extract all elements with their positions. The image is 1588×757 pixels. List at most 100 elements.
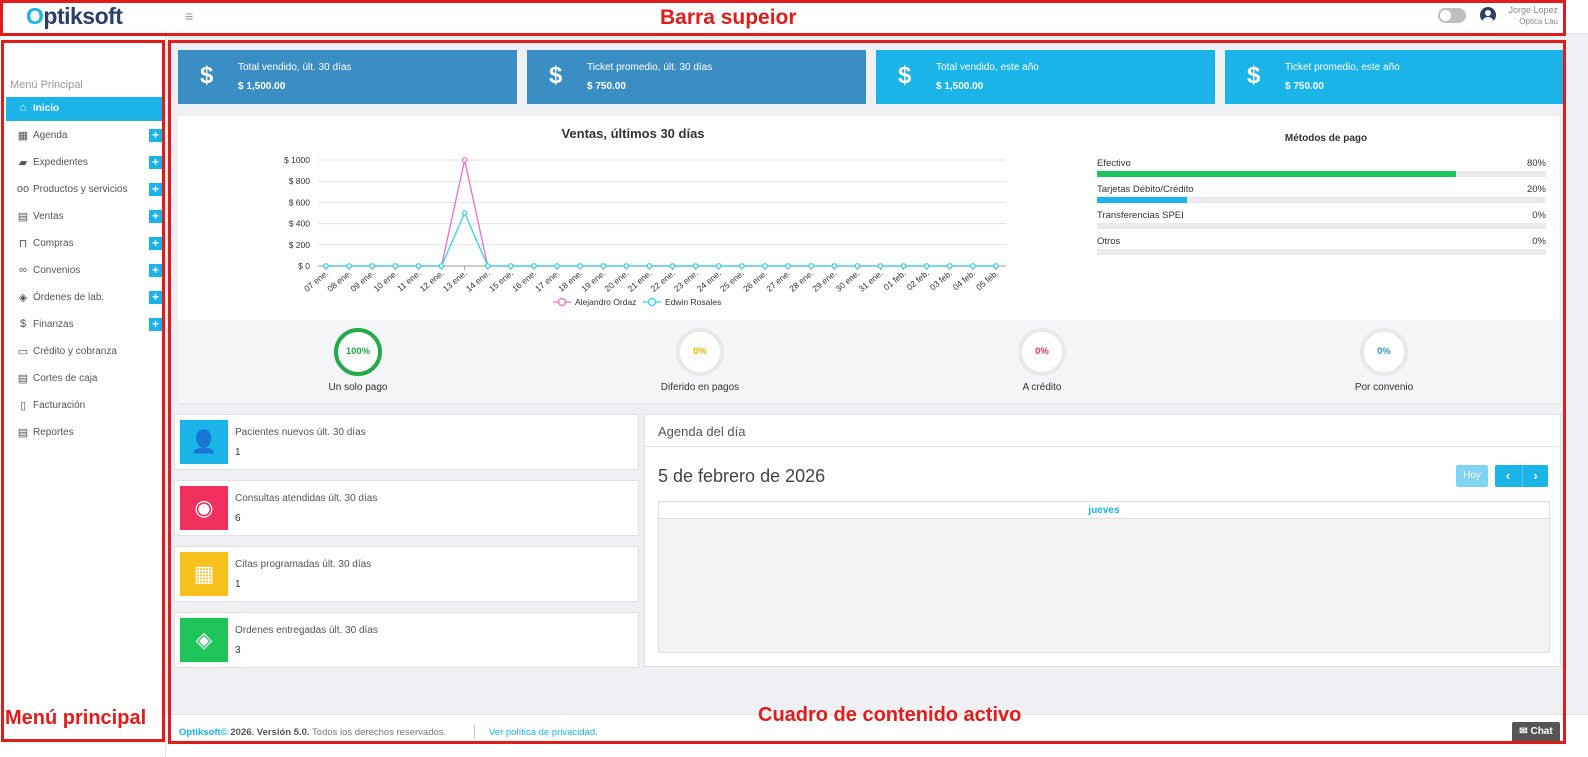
kpi-card[interactable]: 👤 Pacientes nuevos últ. 30 días 1 <box>174 414 639 470</box>
data-point[interactable] <box>669 263 676 269</box>
y-tick-label: $ 800 <box>289 176 311 186</box>
plus-icon[interactable]: + <box>149 318 162 331</box>
sidebar-item-9[interactable]: ▭ Crédito y cobranza <box>6 340 162 364</box>
data-point[interactable] <box>323 263 329 269</box>
theme-toggle[interactable] <box>1438 8 1466 23</box>
money-bill-icon: ▭ <box>17 346 29 358</box>
data-point[interactable] <box>461 210 468 216</box>
kpi-card[interactable]: ◈ Ordenes entregadas últ. 30 días 3 <box>174 612 639 668</box>
progress-fill <box>1097 171 1457 177</box>
stat-card: $ Total vendido, últ. 30 días $ 1,500.00 <box>178 50 517 104</box>
plus-icon[interactable]: + <box>149 210 162 223</box>
kpi-label: Pacientes nuevos últ. 30 días <box>235 427 366 438</box>
x-tick-label: 14 ene. <box>464 268 492 294</box>
menu-title: Menú Principal <box>10 79 83 91</box>
kpi-card[interactable]: ◉ Consultas atendidas últ. 30 días 6 <box>174 480 639 536</box>
data-point[interactable] <box>923 263 930 269</box>
plus-icon[interactable]: + <box>149 156 162 169</box>
sales-line-chart: $ 0 $ 200 $ 400 $ 600 $ 800 $ 1000 07 ene.08 e… <box>284 155 1006 307</box>
data-point[interactable] <box>762 263 768 269</box>
data-point[interactable] <box>946 263 953 269</box>
progress-ring: 0% <box>1360 328 1408 376</box>
y-tick-label: $ 0 <box>298 261 310 271</box>
data-point[interactable] <box>346 263 352 269</box>
kpi-card[interactable]: ▦ Citas programadas últ. 30 días 1 <box>174 546 639 602</box>
chevron-left-icon[interactable]: ‹ <box>1495 465 1521 487</box>
sidebar-item-1[interactable]: ▦ Agenda + <box>6 124 162 148</box>
payment-label: Efectivo <box>1097 158 1131 169</box>
menu-icon[interactable]: ≡ <box>185 8 193 24</box>
plus-icon[interactable]: + <box>149 291 162 304</box>
sidebar-item-10[interactable]: ▤ Cortes de caja <box>6 367 162 391</box>
sidebar-item-11[interactable]: ▯ Facturación <box>6 394 162 418</box>
data-point[interactable] <box>508 263 514 269</box>
annotation-menu-label: Menú principal <box>5 707 147 729</box>
x-tick-label: 29 ene. <box>810 268 838 294</box>
data-point[interactable] <box>970 263 976 269</box>
sidebar-item-12[interactable]: ▤ Reportes <box>6 421 162 445</box>
x-tick-label: 01 feb. <box>882 268 908 292</box>
data-point[interactable] <box>692 263 699 269</box>
privacy-link[interactable]: Ver política de privacidad. <box>489 727 598 738</box>
data-point[interactable] <box>715 263 722 269</box>
sidebar-item-5[interactable]: ⊓ Compras + <box>6 232 162 256</box>
plus-icon[interactable]: + <box>149 237 162 250</box>
annotation-content-label: Cuadro de contenido activo <box>758 704 1022 726</box>
data-point[interactable] <box>369 263 376 269</box>
user-name[interactable]: Jorge Lopez <box>1508 5 1558 15</box>
data-point[interactable] <box>854 263 861 269</box>
data-point[interactable] <box>808 263 814 269</box>
data-point[interactable] <box>877 263 884 269</box>
sidebar-item-2[interactable]: ▰ Expedientes + <box>6 151 162 175</box>
x-tick-label: 24 ene. <box>695 268 723 294</box>
sidebar-item-7[interactable]: ◈ Órdenes de lab. + <box>6 286 162 310</box>
data-point[interactable] <box>993 263 999 269</box>
calendar-grid[interactable]: jueves <box>658 501 1550 653</box>
dollar-icon: $ <box>200 62 214 89</box>
progress-ring: 100% <box>334 328 382 376</box>
data-point[interactable] <box>554 263 560 269</box>
data-point[interactable] <box>623 263 630 269</box>
data-point[interactable] <box>531 263 537 269</box>
calendar-icon: ▦ <box>180 552 228 596</box>
app-logo[interactable]: Optiksoft <box>26 3 123 30</box>
sidebar-item-label: Finanzas <box>33 319 74 330</box>
x-tick-label: 31 ene. <box>857 268 885 294</box>
data-point[interactable] <box>831 263 838 269</box>
agenda-nav: ‹ › <box>1495 465 1548 487</box>
stat-label: Total vendido, últ. 30 días <box>238 62 352 73</box>
x-tick-label: 08 ene. <box>325 268 353 294</box>
plus-icon[interactable]: + <box>149 264 162 277</box>
chat-button[interactable]: ✉ Chat <box>1512 722 1560 742</box>
sidebar-item-8[interactable]: $ Finanzas + <box>6 313 162 337</box>
data-point[interactable] <box>392 263 399 269</box>
data-point[interactable] <box>785 263 791 269</box>
agenda-title: Agenda del día <box>658 424 746 439</box>
sidebar-item-3[interactable]: oo Productos y servicios + <box>6 178 162 202</box>
sidebar-item-label: Facturación <box>33 400 86 411</box>
plus-icon[interactable]: + <box>149 183 162 196</box>
data-point[interactable] <box>600 263 607 269</box>
sidebar-item-0[interactable]: ⌂ Inicio <box>6 97 162 121</box>
today-button[interactable]: Hoy <box>1456 465 1488 487</box>
x-tick-label: 15 ene. <box>487 268 515 294</box>
chevron-right-icon[interactable]: › <box>1522 465 1548 487</box>
data-point[interactable] <box>438 263 445 269</box>
data-point[interactable] <box>484 263 491 269</box>
x-tick-label: 03 feb. <box>928 268 954 292</box>
data-point[interactable] <box>577 263 583 269</box>
data-point[interactable] <box>646 263 653 269</box>
data-point[interactable] <box>900 263 907 269</box>
user-avatar-icon[interactable] <box>1480 7 1496 23</box>
sidebar-item-6[interactable]: ∞ Convenios + <box>6 259 162 283</box>
sidebar-item-4[interactable]: ▤ Ventas + <box>6 205 162 229</box>
agenda-header: Agenda del día <box>645 415 1560 447</box>
plus-icon[interactable]: + <box>149 129 162 142</box>
stat-card: $ Total vendido, este año $ 1,500.00 <box>876 50 1215 104</box>
payment-percent: 0% <box>1532 210 1546 221</box>
stat-label: Ticket promedio, últ. 30 días <box>587 62 713 73</box>
kpi-label: Consultas atendidas últ. 30 días <box>235 493 378 504</box>
data-point[interactable] <box>739 263 745 269</box>
data-point[interactable] <box>461 157 468 163</box>
data-point[interactable] <box>415 263 422 269</box>
